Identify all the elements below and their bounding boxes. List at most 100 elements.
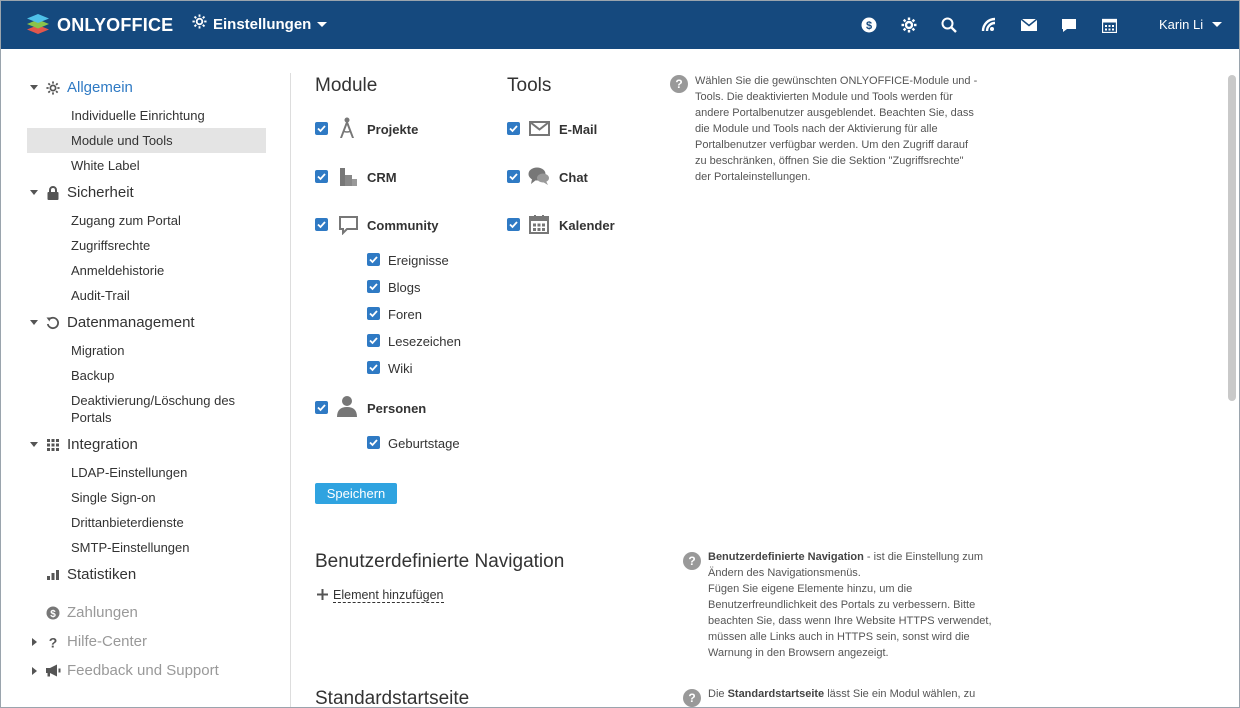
svg-text:?: ? — [49, 635, 58, 649]
help-line-pre: Die — [708, 688, 728, 700]
help-line-rest: - ist die Einstellung zum — [863, 551, 984, 563]
sidebar-item-ldap-einstellungen[interactable]: LDAP-Einstellungen — [71, 464, 187, 481]
payments-icon[interactable]: $ — [859, 15, 879, 35]
feed-icon[interactable] — [979, 15, 999, 35]
community-checkbox[interactable] — [315, 218, 328, 231]
sidebar-item-white-label[interactable]: White Label — [71, 157, 140, 174]
sidebar-item-deaktivierung-loeschung[interactable]: Deaktivierung/Löschung des Portals — [71, 392, 235, 426]
start-page-help-text: Die Standardstartseite lässt Sie ein Mod… — [708, 686, 1008, 702]
chat-bubbles-icon — [528, 165, 550, 187]
help-line: der Portaleinstellungen. — [695, 171, 811, 183]
wiki-checkbox[interactable] — [367, 361, 380, 374]
sidebar-item-backup[interactable]: Backup — [71, 367, 114, 384]
sidebar-item-drittanbieterdienste[interactable]: Drittanbieterdienste — [71, 514, 184, 531]
sidebar-item-single-sign-on[interactable]: Single Sign-on — [71, 489, 156, 506]
grid-icon — [45, 437, 61, 453]
geburtstage-label: Geburtstage — [388, 436, 460, 451]
lock-icon — [45, 185, 61, 201]
help-bold-term: Benutzerdefinierte Navigation — [708, 551, 864, 563]
help-line: Benutzerfreundlichkeit des Portals zu ve… — [708, 599, 976, 611]
crm-checkbox[interactable] — [315, 170, 328, 183]
sidebar-item-anmeldehistorie[interactable]: Anmeldehistorie — [71, 262, 164, 279]
chevron-down-icon — [30, 85, 38, 90]
user-menu[interactable]: Karin Li — [1159, 17, 1223, 32]
sidebar-item-zugriffsrechte[interactable]: Zugriffsrechte — [71, 237, 150, 254]
mail-icon[interactable] — [1019, 15, 1039, 35]
help-line: andere Portalbenutzer ausgeblendet. Beac… — [695, 107, 974, 119]
sidebar-section-sicherheit[interactable]: Sicherheit — [25, 184, 134, 201]
module-menu[interactable]: Einstellungen — [192, 14, 328, 34]
help-line: Tools. Die deaktivierten Module und Tool… — [695, 91, 953, 103]
sidebar-section-datenmanagement[interactable]: Datenmanagement — [25, 314, 195, 331]
email-label: E-Mail — [559, 122, 598, 137]
wiki-label: Wiki — [388, 361, 413, 376]
lesezeichen-checkbox[interactable] — [367, 334, 380, 347]
add-element-label: Element hinzufügen — [333, 588, 444, 603]
foren-checkbox[interactable] — [367, 307, 380, 320]
sidebar-section-feedback[interactable]: Feedback und Support — [25, 662, 219, 679]
personen-checkbox[interactable] — [315, 401, 328, 414]
sidebar-section-label: Hilfe-Center — [67, 633, 148, 650]
help-line: Benutzerdefinierte Navigation - ist die … — [708, 549, 1008, 565]
gear-icon — [192, 14, 207, 34]
sidebar-section-allgemein[interactable]: Allgemein — [25, 79, 133, 96]
help-line: Fügen Sie eigene Elemente hinzu, um die — [708, 583, 913, 595]
svg-text:$: $ — [50, 609, 56, 620]
kalender-label: Kalender — [559, 218, 615, 233]
module-menu-label: Einstellungen — [213, 15, 312, 33]
sidebar-item-label-line2: Portals — [71, 410, 112, 425]
geburtstage-checkbox[interactable] — [367, 436, 380, 449]
sidebar-item-audit-trail[interactable]: Audit-Trail — [71, 287, 130, 304]
scrollbar-thumb[interactable] — [1228, 75, 1236, 401]
chat-icon[interactable] — [1059, 15, 1079, 35]
default-start-page-title: Standardstartseite — [315, 688, 470, 708]
sidebar-section-hilfe-center[interactable]: ? Hilfe-Center — [25, 633, 147, 650]
save-button[interactable]: Speichern — [315, 483, 397, 504]
blogs-label: Blogs — [388, 280, 421, 295]
help-line: Portalbenutzer verfügbar werden. Um den … — [695, 139, 969, 151]
sidebar-section-zahlungen[interactable]: $ Zahlungen — [25, 604, 138, 621]
logo[interactable]: ONLYOFFICE — [25, 12, 173, 38]
chevron-right-icon — [31, 666, 37, 675]
help-line: Warnung in den Browsern angezeigt. — [708, 647, 889, 659]
sidebar-section-label: Statistiken — [67, 566, 137, 583]
bar-chart-icon — [45, 567, 61, 583]
logo-text: ONLYOFFICE — [57, 14, 174, 35]
chat-checkbox[interactable] — [507, 170, 520, 183]
sidebar-section-label: Allgemein — [67, 79, 133, 96]
community-label: Community — [367, 218, 439, 233]
email-checkbox[interactable] — [507, 122, 520, 135]
chevron-down-icon — [30, 190, 38, 195]
sidebar-section-integration[interactable]: Integration — [25, 436, 138, 453]
sidebar-item-migration[interactable]: Migration — [71, 342, 124, 359]
ereignisse-checkbox[interactable] — [367, 253, 380, 266]
sidebar-section-statistiken[interactable]: Statistiken — [25, 566, 136, 583]
add-element-link[interactable]: Element hinzufügen — [317, 588, 444, 603]
search-icon[interactable] — [939, 15, 959, 35]
onlyoffice-logo-icon — [25, 10, 51, 41]
building-icon — [336, 165, 358, 187]
projekte-checkbox[interactable] — [315, 122, 328, 135]
settings-icon[interactable] — [899, 15, 919, 35]
crm-label: CRM — [367, 170, 397, 185]
sidebar-item-individuelle-einrichtung[interactable]: Individuelle Einrichtung — [71, 107, 205, 124]
blogs-checkbox[interactable] — [367, 280, 380, 293]
tools-title: Tools — [507, 75, 552, 96]
modules-help-text: Wählen Sie die gewünschten ONLYOFFICE-Mo… — [695, 73, 995, 185]
top-navigation-bar: ONLYOFFICE Einstellungen $ Karin Li — [1, 1, 1239, 49]
modules-title: Module — [315, 75, 378, 96]
help-icon: ? — [683, 689, 701, 707]
calendar-icon[interactable] — [1099, 15, 1119, 35]
help-line: beachten Sie, dass wenn Ihre Website HTT… — [708, 615, 992, 627]
sidebar-section-label: Feedback und Support — [67, 662, 219, 679]
speech-bubble-icon — [337, 214, 359, 236]
help-line: zu beschränken, öffnen Sie die Sektion "… — [695, 155, 964, 167]
chevron-down-icon — [30, 320, 38, 325]
custom-navigation-title: Benutzerdefinierte Navigation — [315, 551, 565, 572]
sidebar-item-smtp-einstellungen[interactable]: SMTP-Einstellungen — [71, 539, 190, 556]
chat-label: Chat — [559, 170, 588, 185]
user-name: Karin Li — [1159, 17, 1204, 32]
sidebar-item-module-und-tools[interactable]: Module und Tools — [71, 132, 173, 149]
sidebar-item-zugang-zum-portal[interactable]: Zugang zum Portal — [71, 212, 181, 229]
kalender-checkbox[interactable] — [507, 218, 520, 231]
